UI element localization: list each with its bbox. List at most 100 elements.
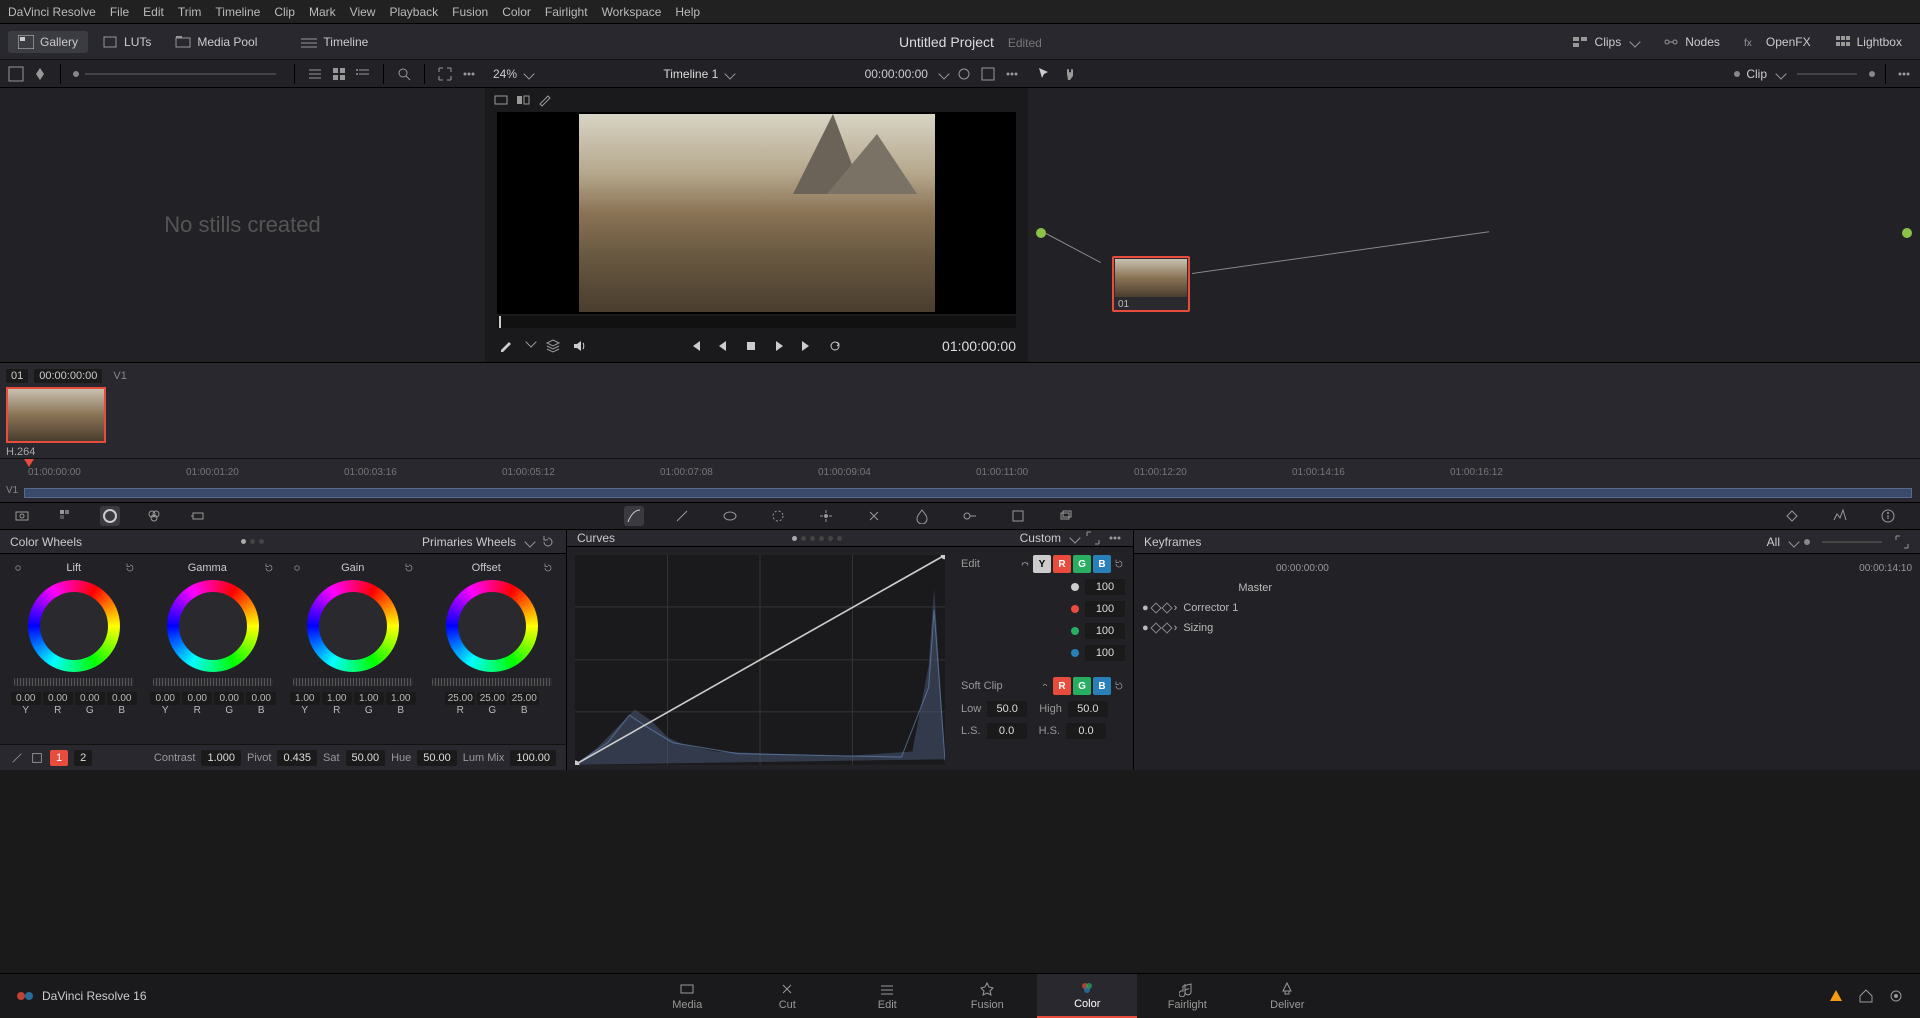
- playhead[interactable]: [24, 459, 34, 467]
- color-warper-icon[interactable]: [672, 506, 692, 526]
- page-deliver[interactable]: Deliver: [1237, 974, 1337, 1018]
- chevron-down-icon[interactable]: [1775, 68, 1786, 79]
- val[interactable]: 0.00: [43, 692, 73, 705]
- link-icon[interactable]: [1039, 678, 1051, 694]
- gallery-toggle[interactable]: Gallery: [8, 31, 88, 53]
- viewer-image[interactable]: [497, 112, 1016, 314]
- channel-y-button[interactable]: Y: [1033, 555, 1051, 573]
- sat-value[interactable]: 50.00: [346, 750, 386, 766]
- val[interactable]: 0.00: [150, 692, 180, 705]
- hs-value[interactable]: 0.0: [1066, 723, 1106, 739]
- window-icon[interactable]: [768, 506, 788, 526]
- reset-icon[interactable]: [540, 534, 556, 550]
- warning-icon[interactable]: [1828, 988, 1844, 1004]
- timeline-name[interactable]: Timeline 1: [663, 67, 718, 81]
- qualifier-icon[interactable]: [720, 506, 740, 526]
- link-icon[interactable]: [1019, 556, 1031, 572]
- nodes-toggle[interactable]: Nodes: [1653, 31, 1730, 53]
- wheels-mode[interactable]: Primaries Wheels: [422, 535, 516, 549]
- val[interactable]: 1.00: [322, 692, 352, 705]
- chevron-down-icon[interactable]: [938, 68, 949, 79]
- split-icon[interactable]: [515, 92, 531, 108]
- kf-zoom-slider[interactable]: [1822, 541, 1882, 543]
- node-graph-output[interactable]: [1902, 228, 1912, 238]
- chevron-down-icon[interactable]: [525, 336, 536, 347]
- viewer-timecode[interactable]: 00:00:00:00: [865, 67, 928, 81]
- scopes-icon[interactable]: [1830, 506, 1850, 526]
- curve-graph[interactable]: [575, 555, 945, 765]
- more-icon[interactable]: [1896, 66, 1912, 82]
- page-1[interactable]: 1: [50, 750, 68, 766]
- color-picker-icon[interactable]: [956, 66, 972, 82]
- wheel-handle[interactable]: [209, 622, 217, 630]
- picker-icon[interactable]: [291, 562, 303, 574]
- grid-view-icon[interactable]: [331, 66, 347, 82]
- menu-item[interactable]: DaVinci Resolve: [8, 5, 96, 19]
- val[interactable]: 1.00: [290, 692, 320, 705]
- lightbox-toggle[interactable]: Lightbox: [1825, 31, 1912, 53]
- slider-handle[interactable]: [1869, 71, 1875, 77]
- val[interactable]: 25.00: [509, 692, 539, 705]
- mediapool-toggle[interactable]: Media Pool: [165, 31, 267, 53]
- val[interactable]: 25.00: [477, 692, 507, 705]
- search-icon[interactable]: [396, 66, 412, 82]
- wheel-handle[interactable]: [488, 622, 496, 630]
- menu-item[interactable]: Clip: [274, 5, 295, 19]
- clip-thumbnail[interactable]: [6, 387, 106, 443]
- viewer-scrubber[interactable]: [497, 316, 1016, 328]
- reset-icon[interactable]: [124, 562, 136, 574]
- mini-timeline[interactable]: 01:00:00:00 01:00:01:20 01:00:03:16 01:0…: [0, 458, 1920, 502]
- intensity-value[interactable]: 100: [1085, 579, 1125, 595]
- play-icon[interactable]: [771, 338, 787, 354]
- keyframe-icon[interactable]: [1161, 622, 1172, 633]
- stills-view-icon[interactable]: [8, 66, 24, 82]
- pivot-value[interactable]: 0.435: [277, 750, 317, 766]
- channel-b-button[interactable]: B: [1093, 555, 1111, 573]
- val[interactable]: 0.00: [107, 692, 137, 705]
- keyframe-mode-icon[interactable]: [1782, 506, 1802, 526]
- reset-icon[interactable]: [542, 562, 554, 574]
- wheel-handle[interactable]: [349, 622, 357, 630]
- page-media[interactable]: Media: [637, 974, 737, 1018]
- val[interactable]: 1.00: [354, 692, 384, 705]
- clip-dropdown[interactable]: Clip: [1746, 67, 1767, 81]
- keyframe-icon[interactable]: [1161, 602, 1172, 613]
- pointer-icon[interactable]: [1036, 66, 1052, 82]
- openfx-toggle[interactable]: fx OpenFX: [1734, 31, 1821, 53]
- layers-icon[interactable]: [545, 338, 561, 354]
- intensity-value[interactable]: 100: [1085, 623, 1125, 639]
- lummix-value[interactable]: 100.00: [510, 750, 556, 766]
- page-fusion[interactable]: Fusion: [937, 974, 1037, 1018]
- channel-g-button[interactable]: G: [1073, 555, 1091, 573]
- val[interactable]: 0.00: [11, 692, 41, 705]
- list2-icon[interactable]: [355, 66, 371, 82]
- intensity-value[interactable]: 100: [1085, 601, 1125, 617]
- project-settings-icon[interactable]: [1888, 988, 1904, 1004]
- tracking-icon[interactable]: [816, 506, 836, 526]
- stop-icon[interactable]: [743, 338, 759, 354]
- chevron-down-icon[interactable]: [1069, 532, 1080, 543]
- timeline-clip[interactable]: [24, 488, 1912, 498]
- panel-page-dots[interactable]: [241, 539, 264, 544]
- keyframe-icon[interactable]: [1150, 602, 1161, 613]
- chevron-down-icon[interactable]: [1788, 536, 1799, 547]
- wheel-handle[interactable]: [70, 622, 78, 630]
- slider-handle[interactable]: [1804, 539, 1810, 545]
- slider-handle[interactable]: [73, 71, 79, 77]
- master-jog[interactable]: [293, 678, 413, 686]
- expand-icon[interactable]: [437, 66, 453, 82]
- master-jog[interactable]: [432, 678, 552, 686]
- ls-value[interactable]: 0.0: [987, 723, 1027, 739]
- gallery-slider[interactable]: [85, 73, 276, 75]
- menu-item[interactable]: Workspace: [602, 5, 662, 19]
- expand-icon[interactable]: [1894, 534, 1910, 550]
- picker-icon[interactable]: [12, 562, 24, 574]
- menu-item[interactable]: Mark: [309, 5, 336, 19]
- eyedropper-icon[interactable]: [497, 338, 513, 354]
- menu-item[interactable]: Fusion: [452, 5, 488, 19]
- reset-icon[interactable]: [403, 562, 415, 574]
- menu-item[interactable]: Playback: [389, 5, 438, 19]
- luts-toggle[interactable]: LUTs: [92, 31, 161, 53]
- contrast-value[interactable]: 1.000: [201, 750, 241, 766]
- val[interactable]: 1.00: [386, 692, 416, 705]
